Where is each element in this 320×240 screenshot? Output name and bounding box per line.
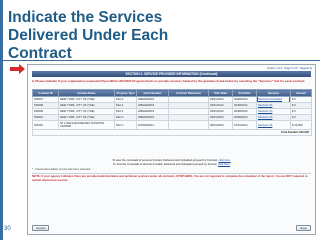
end-date: 07/31/2014 [232,120,257,130]
slide-number: 30 [4,226,11,232]
instructions: 9. Please indicate if your organization … [32,79,306,83]
accent-bar [0,0,3,240]
form-top-links[interactable]: Version 1.0.0 · Page 5 of 9 · Support ⊕ [267,67,312,70]
column-header: Grant Number [136,89,169,97]
column-header: Start Date [208,89,233,97]
column-header: Contract ID [32,89,59,97]
column-header: Amount [290,89,312,97]
column-header: Grantee Name [58,89,115,97]
web-form-screenshot: Version 1.0.0 · Page 5 of 9 · Support ⊕ … [27,64,316,235]
legend-text: * - Fiscal Intermediary service has been… [32,168,91,171]
note-text: NOTE: If your agency indicates there are… [32,174,308,182]
contracts-table: Contract ID Grantee Name Program Type Gr… [32,89,312,136]
contract-id: 546151 [32,120,59,130]
start-date: 06/01/2013 [208,120,233,130]
table-header-row: Contract ID Grantee Name Program Type Gr… [32,89,312,97]
crosswalk-links: To view the crosswalk of services Funded… [32,159,311,166]
services-link[interactable]: Services (0) [256,120,291,130]
slide-title: Indicate the Services Delivered Under Ea… [8,9,169,62]
save-button[interactable]: Save [296,225,311,231]
column-header: Contract Reference [168,89,209,97]
view-by-contract-text: To view the crosswalk of services Funded… [112,159,218,162]
grantee-name: ST LUKE'S-ROOSEVELT HOSPITAL CENTER [58,120,115,130]
table-row: 546151 ST LUKE'S-ROOSEVELT HOSPITAL CENT… [32,120,312,130]
view-by-service-link[interactable]: click here. [218,163,230,166]
view-by-service-text: To view the crosswalk of services Funded… [112,162,218,166]
section-banner: SECTION 1. SERVICE PROVIDER INFORMATION … [32,71,311,77]
total-row: Total Funded: $10,000 [32,129,312,136]
column-header: End Date [232,89,257,97]
title-divider [0,60,320,61]
total-funded: Total Funded: $10,000 [32,129,312,136]
amount: $ 10,000 [290,120,312,130]
column-header: Program Type [114,89,137,97]
contract-reference [168,120,209,130]
services-link[interactable]: Services Completed [256,96,291,103]
column-header: Services [256,89,291,97]
red-arrow-icon [10,64,25,74]
cancel-button[interactable]: Cancel [32,225,50,231]
program-type: Part C [114,120,137,130]
view-by-contract-link[interactable]: click here. [219,159,231,162]
highlight-box [257,97,290,102]
grant-number: H76HA00011 [136,120,169,130]
